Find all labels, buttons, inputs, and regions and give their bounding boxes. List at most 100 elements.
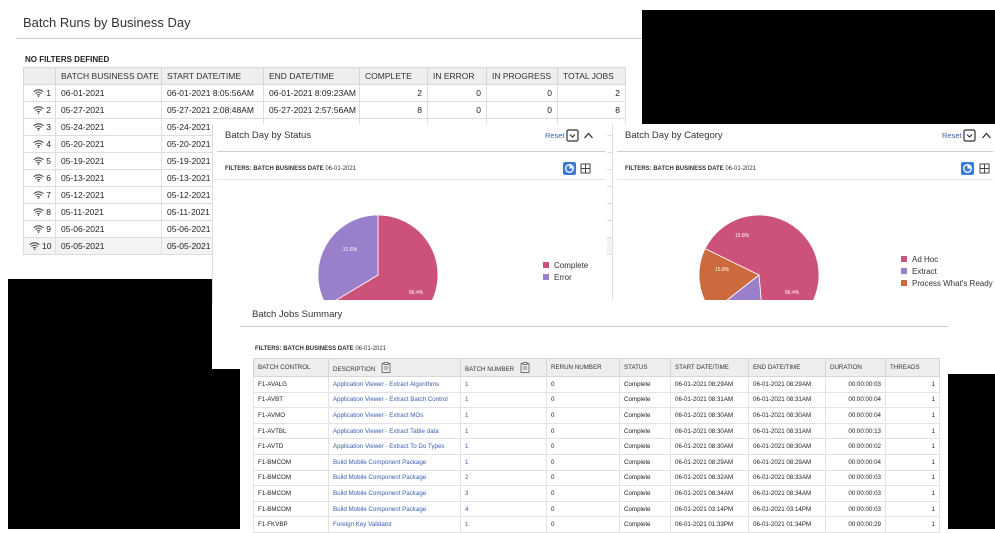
legend-label: Extract bbox=[912, 267, 937, 276]
table-row[interactable]: 2 05-27-2021 05-27-2021 2:08:48AM 05-27-202… bbox=[23, 101, 626, 119]
jobs-column-label: BATCH NUMBER bbox=[465, 366, 515, 373]
jobs-cell-batch[interactable]: 4 bbox=[460, 500, 547, 518]
column-header[interactable]: IN ERROR bbox=[427, 67, 487, 85]
jobs-cell-desc[interactable]: Foreign Key Validator bbox=[328, 516, 461, 533]
jobs-table-row[interactable]: F1-AVALG Application Viewer - Extract Alg… bbox=[253, 376, 940, 393]
column-header[interactable]: END DATE/TIME bbox=[263, 67, 360, 85]
pie-data-label: 66.4% bbox=[785, 290, 800, 296]
row-index-cell: 2 bbox=[23, 101, 56, 119]
grid-icon[interactable] bbox=[978, 162, 991, 175]
jobs-table-row[interactable]: F1-AVTBL Application Viewer - Extract Tab… bbox=[253, 422, 940, 440]
jobs-cell-rerun: 0 bbox=[546, 407, 620, 424]
category-legend: Ad Hoc Extract Process What's Ready bbox=[901, 254, 993, 290]
title-divider bbox=[16, 38, 642, 39]
jobs-table-row[interactable]: F1-BMCOM Build Mobile Component Package 4 0… bbox=[253, 500, 940, 518]
jobs-cell-control: F1-BMCOM bbox=[253, 453, 329, 471]
jobs-cell-desc[interactable]: Application Viewer - Extract To Do Types bbox=[328, 438, 461, 455]
status-reset-link[interactable]: Reset bbox=[545, 131, 565, 140]
jobs-cell-desc[interactable]: Application Viewer - Extract MOs bbox=[328, 407, 461, 424]
jobs-cell-batch[interactable]: 1 bbox=[460, 453, 547, 471]
table-row[interactable]: 1 06-01-2021 06-01-2021 8:05:56AM 06-01-202… bbox=[23, 84, 626, 102]
collapse-icon[interactable] bbox=[980, 129, 993, 142]
legend-item[interactable]: Complete bbox=[543, 260, 588, 272]
cell-progress: 0 bbox=[486, 84, 558, 102]
jobs-cell-rerun: 0 bbox=[546, 453, 620, 471]
jobs-table-row[interactable]: F1-BMCOM Build Mobile Component Package 1 0… bbox=[253, 453, 940, 471]
jobs-cell-desc[interactable]: Build Mobile Component Package bbox=[328, 453, 461, 471]
jobs-column-header[interactable]: THREADS bbox=[885, 358, 940, 377]
column-header[interactable]: TOTAL JOBS bbox=[557, 67, 626, 85]
jobs-table-row[interactable]: F1-AVBT Application Viewer - Extract Batc… bbox=[253, 391, 940, 409]
jobs-column-header[interactable]: STATUS bbox=[619, 358, 671, 377]
jobs-cell-desc[interactable]: Build Mobile Component Package bbox=[328, 500, 461, 518]
jobs-cell-desc[interactable]: Application Viewer - Extract Algorithms bbox=[328, 376, 461, 393]
broadcast-icon bbox=[33, 224, 46, 234]
jobs-table-row[interactable]: F1-AVTD Application Viewer - Extract To D… bbox=[253, 438, 940, 455]
jobs-column-header[interactable]: DESCRIPTION bbox=[328, 358, 461, 377]
jobs-cell-control: F1-AVMO bbox=[253, 407, 329, 424]
jobs-cell-status: Complete bbox=[619, 500, 671, 518]
jobs-cell-batch[interactable]: 1 bbox=[460, 422, 547, 440]
jobs-cell-batch[interactable]: 3 bbox=[460, 485, 547, 502]
column-header[interactable]: COMPLETE bbox=[359, 67, 428, 85]
jobs-column-header[interactable]: DURATION bbox=[825, 358, 886, 377]
cell-date: 05-12-2021 bbox=[55, 186, 162, 204]
legend-item[interactable]: Extract bbox=[901, 266, 993, 278]
cell-error: 0 bbox=[427, 84, 487, 102]
jobs-cell-batch[interactable]: 1 bbox=[460, 516, 547, 533]
jobs-cell-control: F1-AVTD bbox=[253, 438, 329, 455]
broadcast-icon bbox=[33, 173, 46, 183]
column-header[interactable]: IN PROGRESS bbox=[486, 67, 558, 85]
jobs-cell-desc[interactable]: Build Mobile Component Package bbox=[328, 469, 461, 487]
row-index: 3 bbox=[46, 122, 51, 132]
jobs-cell-batch[interactable]: 1 bbox=[460, 391, 547, 409]
jobs-cell-end: 06-01-2021 08:29AM bbox=[748, 453, 826, 471]
jobs-panel-divider bbox=[240, 326, 948, 327]
jobs-cell-end: 06-01-2021 08:34AM bbox=[748, 485, 826, 502]
legend-item[interactable]: Process What's Ready bbox=[901, 278, 993, 290]
filter-dropdown-icon[interactable] bbox=[566, 129, 579, 142]
jobs-cell-desc[interactable]: Application Viewer - Extract Table data bbox=[328, 422, 461, 440]
jobs-cell-desc[interactable]: Build Mobile Component Package bbox=[328, 485, 461, 502]
status-panel-divider bbox=[217, 151, 605, 152]
legend-label: Ad Hoc bbox=[912, 255, 939, 264]
column-header[interactable]: START DATE/TIME bbox=[161, 67, 264, 85]
jobs-column-label: RERUN NUMBER bbox=[551, 364, 602, 371]
jobs-cell-batch[interactable]: 1 bbox=[460, 407, 547, 424]
pie-chart-icon[interactable] bbox=[563, 162, 576, 175]
jobs-cell-batch[interactable]: 1 bbox=[460, 438, 547, 455]
jobs-table-row[interactable]: F1-BMCOM Build Mobile Component Package 2 0… bbox=[253, 469, 940, 487]
filter-dropdown-icon[interactable] bbox=[963, 129, 976, 142]
legend-item[interactable]: Ad Hoc bbox=[901, 254, 993, 266]
jobs-table-row[interactable]: F1-FKVBP Foreign Key Validator 1 0 Complete 0… bbox=[253, 516, 940, 533]
jobs-cell-end: 06-01-2021 08:31AM bbox=[748, 391, 826, 409]
jobs-cell-batch[interactable]: 1 bbox=[460, 376, 547, 393]
jobs-column-header[interactable]: BATCH CONTROL bbox=[253, 358, 329, 377]
jobs-column-header[interactable]: RERUN NUMBER bbox=[546, 358, 620, 377]
jobs-column-header[interactable]: END DATE/TIME bbox=[748, 358, 826, 377]
jobs-cell-rerun: 0 bbox=[546, 485, 620, 502]
column-header[interactable]: BATCH BUSINESS DATE bbox=[55, 67, 162, 85]
jobs-cell-duration: 00:00:00:04 bbox=[825, 453, 886, 471]
jobs-column-header[interactable]: BATCH NUMBER bbox=[460, 358, 547, 377]
jobs-cell-end: 06-01-2021 03:14PM bbox=[748, 500, 826, 518]
collapse-icon[interactable] bbox=[582, 129, 595, 142]
clipboard-icon[interactable] bbox=[514, 362, 530, 373]
jobs-cell-end: 06-01-2021 08:33AM bbox=[748, 469, 826, 487]
jobs-cell-duration: 00:00:00:04 bbox=[825, 407, 886, 424]
pie-chart-icon[interactable] bbox=[961, 162, 974, 175]
cell-date: 05-27-2021 bbox=[55, 101, 162, 119]
column-header[interactable] bbox=[23, 67, 56, 85]
clipboard-icon[interactable] bbox=[375, 362, 391, 373]
jobs-cell-desc[interactable]: Application Viewer - Extract Batch Contr… bbox=[328, 391, 461, 409]
jobs-table-row[interactable]: F1-AVMO Application Viewer - Extract MOs 1… bbox=[253, 407, 940, 424]
jobs-cell-batch[interactable]: 2 bbox=[460, 469, 547, 487]
jobs-table-row[interactable]: F1-BMCOM Build Mobile Component Package 3 0… bbox=[253, 485, 940, 502]
legend-item[interactable]: Error bbox=[543, 272, 588, 284]
grid-icon[interactable] bbox=[579, 162, 592, 175]
broadcast-icon bbox=[33, 122, 46, 132]
jobs-cell-start: 06-01-2021 08:29AM bbox=[670, 453, 749, 471]
category-reset-link[interactable]: Reset bbox=[942, 131, 962, 140]
jobs-cell-status: Complete bbox=[619, 391, 671, 409]
jobs-column-header[interactable]: START DATE/TIME bbox=[670, 358, 749, 377]
